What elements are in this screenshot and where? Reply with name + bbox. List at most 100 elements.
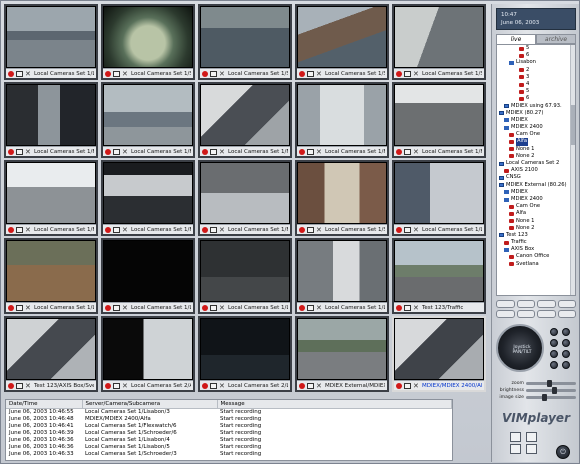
camera-video-feed[interactable] [201, 163, 289, 223]
camera-tile[interactable]: ✕ Local Cameras Set 1/Fla [295, 82, 389, 158]
camera-video-feed[interactable] [298, 85, 386, 145]
record-icon[interactable] [396, 304, 402, 311]
snapshot-icon[interactable] [210, 382, 217, 389]
camera-tile[interactable]: ✕ Local Cameras Set 1/Mi [198, 82, 292, 158]
snapshot-icon[interactable] [210, 70, 217, 77]
tree-item[interactable]: MDIEX External (80.26) [497, 182, 575, 189]
slider-zoom-knob[interactable] [546, 380, 552, 387]
monitor-icon[interactable] [510, 432, 521, 442]
tree-scrollbar[interactable] [570, 45, 575, 295]
log-header-server[interactable]: Server/Camera/Subcamera [82, 400, 218, 409]
ptz-preset-button-7[interactable] [550, 361, 558, 369]
layout-2x2-button[interactable] [516, 300, 535, 308]
tree-item[interactable]: MDIEX [497, 117, 575, 124]
snapshot-icon[interactable] [307, 148, 314, 155]
close-icon[interactable]: ✕ [25, 226, 32, 233]
snapshot-icon[interactable] [210, 148, 217, 155]
layout-1plus7-button[interactable] [537, 310, 556, 318]
camera-tile[interactable]: ✕ Local Cameras Set 1/Sc [392, 4, 486, 80]
layout-5x5-button[interactable] [496, 310, 515, 318]
camera-video-feed[interactable] [7, 241, 95, 301]
snapshot-icon[interactable] [113, 70, 120, 77]
record-icon[interactable] [8, 382, 14, 389]
slider-brightness-knob[interactable] [551, 387, 557, 394]
tree-item[interactable]: MDIEX [497, 189, 575, 196]
record-icon[interactable] [105, 70, 111, 77]
tree-item[interactable]: Alfa [497, 210, 575, 217]
ptz-preset-button-6[interactable] [562, 350, 570, 358]
record-icon[interactable] [8, 148, 14, 155]
snapshot-icon[interactable] [16, 304, 23, 311]
record-icon[interactable] [396, 70, 402, 77]
record-icon[interactable] [396, 148, 402, 155]
close-icon[interactable]: ✕ [413, 70, 420, 77]
camera-tile[interactable]: ✕ Local Cameras Set 1/Sc [101, 4, 195, 80]
camera-tile[interactable]: ✕ Local Cameras Set 1/Sc [295, 4, 389, 80]
close-icon[interactable]: ✕ [122, 226, 129, 233]
record-icon[interactable] [202, 148, 208, 155]
camera-video-feed[interactable] [298, 241, 386, 301]
close-icon[interactable]: ✕ [316, 70, 323, 77]
close-icon[interactable]: ✕ [25, 70, 32, 77]
tab-live[interactable]: live [496, 34, 536, 44]
camera-video-feed[interactable] [298, 319, 386, 379]
camera-tile[interactable]: ✕ Local Cameras Set 1/Fla [4, 160, 98, 236]
tree-item[interactable]: Canon Office [497, 253, 575, 260]
tree-item[interactable]: 5 [497, 45, 575, 52]
snapshot-icon[interactable] [307, 382, 314, 389]
tree-item[interactable]: 2 [497, 67, 575, 74]
record-icon[interactable] [299, 226, 305, 233]
tree-item[interactable]: Traffic [497, 239, 575, 246]
ptz-preset-button-5[interactable] [550, 350, 558, 358]
snapshot-icon[interactable] [307, 70, 314, 77]
camera-tile[interactable]: ✕ Local Cameras Set 1/Sc [198, 4, 292, 80]
log-row[interactable]: June 06, 2003 10:46:33 Local Cameras Set … [6, 450, 452, 457]
log-row[interactable]: June 06, 2003 10:46:39 Local Cameras Set … [6, 429, 452, 436]
record-icon[interactable] [8, 70, 14, 77]
camera-tile[interactable]: ✕ Test 123/AXIS Box/Sve [4, 316, 98, 392]
snapshot-icon[interactable] [210, 226, 217, 233]
camera-video-feed[interactable] [104, 163, 192, 223]
record-icon[interactable] [105, 304, 111, 311]
camera-tile[interactable]: ✕ Local Cameras Set 1/Fla [101, 160, 195, 236]
record-icon[interactable] [105, 226, 111, 233]
slider-zoom[interactable] [526, 380, 576, 387]
record-icon[interactable] [299, 382, 305, 389]
camera-tile[interactable]: ✕ Local Cameras Set 1/Lo [4, 4, 98, 80]
camera-video-feed[interactable] [104, 7, 192, 67]
camera-tile[interactable]: ✕ MDIEX External/MDIEX [295, 316, 389, 392]
layout-3x3-button[interactable] [537, 300, 556, 308]
snapshot-icon[interactable] [307, 304, 314, 311]
record-icon[interactable] [8, 226, 14, 233]
log-header-message[interactable]: Message [217, 400, 452, 409]
record-icon[interactable] [202, 226, 208, 233]
snapshot-icon[interactable] [210, 304, 217, 311]
record-icon[interactable] [396, 382, 402, 389]
camera-video-feed[interactable] [201, 85, 289, 145]
layout-custom-button[interactable] [557, 310, 576, 318]
camera-tile[interactable]: ✕ Local Cameras Set 1/Fla [392, 82, 486, 158]
fullscreen-icon[interactable] [526, 444, 537, 454]
ptz-joystick[interactable]: Joystick PAN/TILT [496, 324, 544, 372]
camera-tile[interactable]: ✕ Test 123/Traffic [392, 238, 486, 314]
tree-item[interactable]: None 1 [497, 146, 575, 153]
camera-video-feed[interactable] [104, 85, 192, 145]
tree-item[interactable]: Cam One [497, 203, 575, 210]
layout-1plus5-button[interactable] [516, 310, 535, 318]
close-icon[interactable]: ✕ [219, 304, 226, 311]
record-icon[interactable] [396, 226, 402, 233]
camera-video-feed[interactable] [201, 241, 289, 301]
close-icon[interactable]: ✕ [413, 382, 420, 389]
camera-video-feed[interactable] [7, 7, 95, 67]
camera-tile[interactable]: ✕ Local Cameras Set 2/AX [101, 316, 195, 392]
snapshot-icon[interactable] [113, 148, 120, 155]
layout-4x4-button[interactable] [557, 300, 576, 308]
tree-item[interactable]: Cam One [497, 131, 575, 138]
camera-video-feed[interactable] [395, 7, 483, 67]
camera-video-feed[interactable] [395, 163, 483, 223]
tree-item[interactable]: 3 [497, 74, 575, 81]
close-icon[interactable]: ✕ [122, 148, 129, 155]
record-icon[interactable] [8, 304, 14, 311]
snapshot-icon[interactable] [404, 70, 411, 77]
camera-tile[interactable]: ✕ Local Cameras Set 1/Flo [4, 82, 98, 158]
